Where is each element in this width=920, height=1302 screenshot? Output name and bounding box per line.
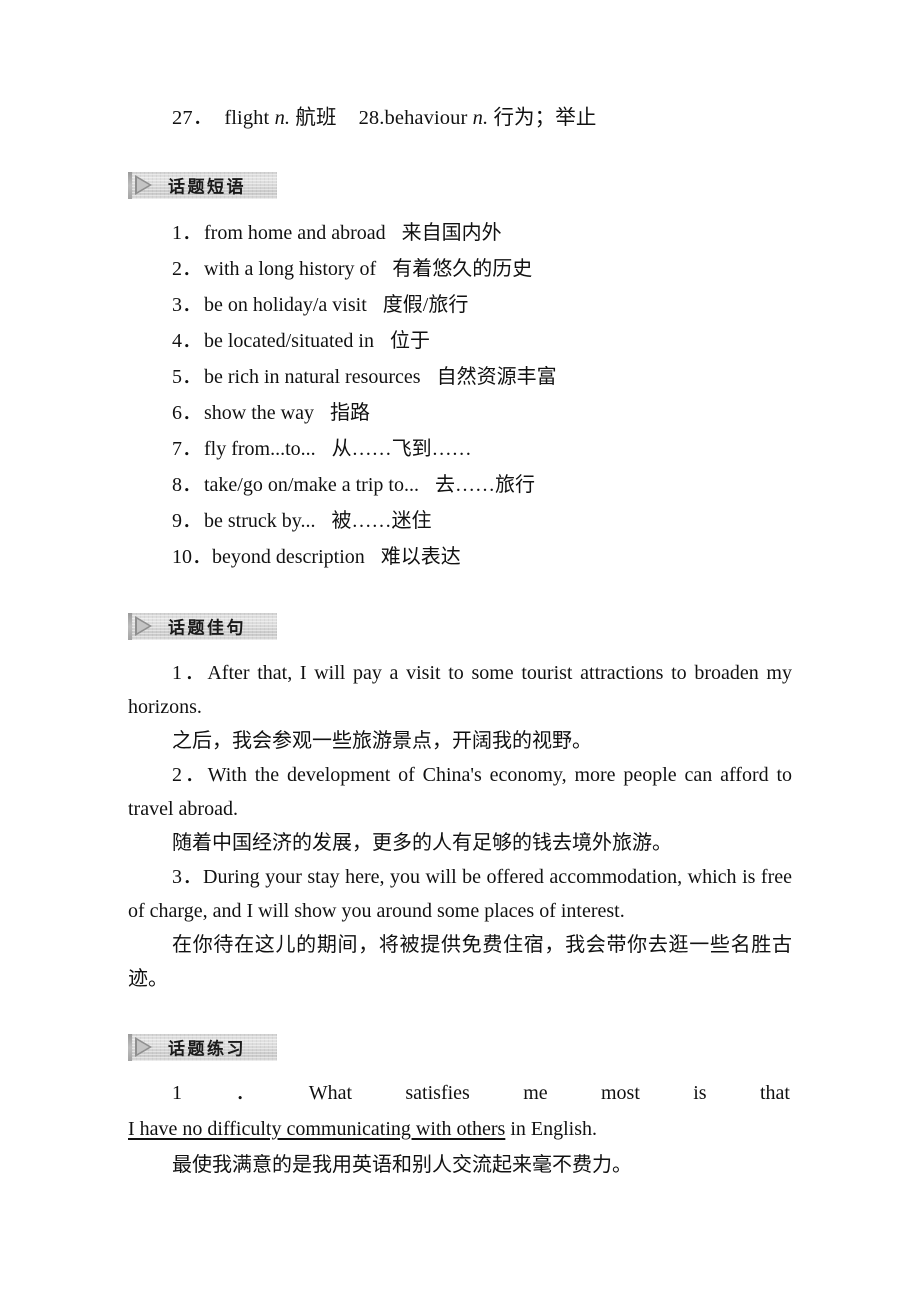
list-item: 9． be struck by... 被……迷住 [128, 503, 792, 539]
exercise-word: satisfies [405, 1081, 470, 1104]
section-badge-phrases: 话题短语 [128, 171, 277, 199]
vocab-entry-28-pos: n. [472, 107, 489, 129]
sentence-english: 2．With the development of China's econom… [128, 763, 792, 820]
section-badge-practice-label: 话题练习 [168, 1039, 246, 1060]
exercise-question-line: 1 ． What satisfies me most is that [128, 1075, 792, 1111]
list-item: 5． be rich in natural resources 自然资源丰富 [128, 359, 792, 395]
document-page: 27． flight n. 航班 28.behaviour n. 行为；举止 话题短… [128, 0, 792, 1302]
phrase-english: with a long history of [204, 257, 377, 280]
sentence-chinese: 之后，我会参观一些旅游景点，开阔我的视野。 [172, 729, 592, 752]
phrase-number: 1． [172, 221, 202, 244]
phrase-english: beyond description [212, 545, 365, 568]
phrase-number: 3． [172, 293, 202, 316]
list-item: 6． show the way 指路 [128, 395, 792, 431]
phrase-english: be rich in natural resources [204, 365, 421, 388]
phrase-number: 10． [172, 545, 212, 568]
phrase-number: 9． [172, 509, 202, 532]
phrase-number: 7． [172, 437, 202, 460]
phrase-english: be located/situated in [204, 329, 374, 352]
phrase-english: fly from...to... [204, 437, 316, 460]
list-item: 8． take/go on/make a trip to... 去……旅行 [128, 467, 792, 503]
exercise-number-period: ． [235, 1081, 256, 1104]
vocab-entry-28-number: 28. [358, 107, 385, 129]
exercise-word: that [759, 1081, 790, 1104]
vocab-entry-27-gloss: 航班 [295, 107, 337, 129]
exercise-answer-tail: in English. [505, 1117, 597, 1140]
phrase-chinese: 去……旅行 [434, 473, 535, 496]
phrase-english: show the way [204, 401, 314, 424]
phrase-chinese: 被……迷住 [331, 509, 432, 532]
vocab-entry-27-pos: n. [274, 107, 291, 129]
section-badge-good-sentences: 话题佳句 [128, 612, 277, 640]
phrase-number: 5． [172, 365, 202, 388]
sentence-chinese: 在你待在这儿的期间，将被提供免费住宿，我会带你去逛一些名胜古迹。 [128, 933, 792, 990]
list-item: 4． be located/situated in 位于 [128, 323, 792, 359]
vocab-entry-28-gloss: 行为；举止 [493, 107, 597, 129]
exercise-answer-underlined: I have no difficulty communicating with … [128, 1117, 506, 1140]
phrase-chinese: 度假/旅行 [382, 293, 469, 316]
exercise-word: What [308, 1081, 353, 1104]
phrase-list: 1． from home and abroad 来自国内外 2． with a lon… [128, 215, 792, 575]
sentence-english: 3．During your stay here, you will be off… [128, 865, 792, 922]
phrase-english: from home and abroad [204, 221, 386, 244]
list-item: 7． fly from...to... 从……飞到…… [128, 431, 792, 467]
sentence-english: 1．After that, I will pay a visit to some… [128, 661, 792, 718]
phrase-chinese: 难以表达 [380, 545, 461, 568]
phrase-number: 8． [172, 473, 202, 496]
triangle-right-icon [135, 1037, 152, 1058]
exercise-number: 1 [172, 1081, 182, 1104]
section-badge-practice: 话题练习 [128, 1033, 277, 1061]
sentence-chinese: 随着中国经济的发展，更多的人有足够的钱去境外旅游。 [172, 831, 672, 854]
phrase-chinese: 位于 [389, 329, 430, 352]
phrase-chinese: 来自国内外 [401, 221, 502, 244]
phrase-number: 2． [172, 257, 202, 280]
phrase-chinese: 从……飞到…… [331, 437, 472, 460]
phrase-english: be on holiday/a visit [204, 293, 367, 316]
vocab-entry-27-number: 27． [172, 107, 214, 129]
vocab-entry-28-word: behaviour [384, 107, 468, 129]
exercise-word: me [523, 1081, 548, 1104]
phrase-english: take/go on/make a trip to... [204, 473, 419, 496]
vocabulary-line: 27． flight n. 航班 28.behaviour n. 行为；举止 [128, 0, 792, 134]
triangle-right-icon [135, 616, 152, 637]
phrase-chinese: 有着悠久的历史 [392, 257, 533, 280]
list-item: 2． with a long history of 有着悠久的历史 [128, 251, 792, 287]
exercise-word: is [693, 1081, 707, 1104]
vocab-entry-27-word: flight [224, 107, 270, 129]
triangle-right-icon [135, 175, 152, 196]
phrase-chinese: 自然资源丰富 [436, 365, 557, 388]
list-item: 3． be on holiday/a visit 度假/旅行 [128, 287, 792, 323]
phrase-english: be struck by... [204, 509, 316, 532]
section-badge-good-sentences-label: 话题佳句 [168, 618, 246, 639]
phrase-chinese: 指路 [329, 401, 370, 424]
phrase-number: 4． [172, 329, 202, 352]
exercise-chinese: 最使我满意的是我用英语和别人交流起来毫不费力。 [172, 1153, 632, 1176]
practice-exercise: 1 ． What satisfies me most is that I hav… [128, 1075, 792, 1183]
list-item: 1． from home and abroad 来自国内外 [128, 215, 792, 251]
list-item: 10．beyond description 难以表达 [128, 539, 792, 575]
exercise-answer-line: I have no difficulty communicating with … [128, 1111, 792, 1147]
exercise-word: most [600, 1081, 640, 1104]
good-sentences-list: 1．After that, I will pay a visit to some… [128, 656, 792, 996]
section-badge-phrases-label: 话题短语 [168, 177, 246, 198]
phrase-number: 6． [172, 401, 202, 424]
